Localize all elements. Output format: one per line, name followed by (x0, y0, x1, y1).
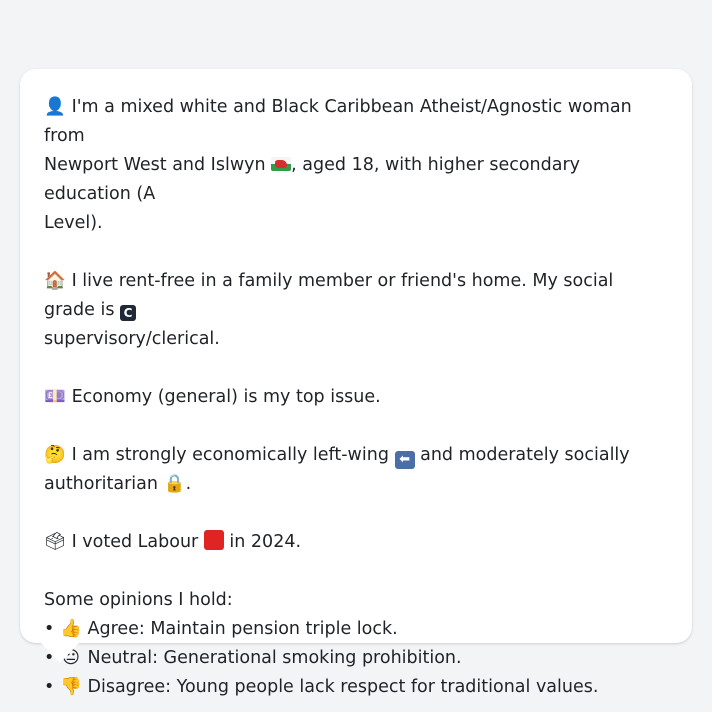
opinions-heading: Some opinions I hold: (44, 590, 233, 610)
identity-text-1: I'm a mixed white and Black Caribbean At… (44, 97, 632, 146)
message-bubble: 👤 I'm a mixed white and Black Caribbean … (20, 69, 692, 697)
opinions-paragraph: Some opinions I hold: • 👍 Agree: Maintai… (44, 586, 664, 702)
opinion-text: Disagree: Young people lack respect for … (87, 677, 599, 697)
identity-text-4: Level). (44, 213, 103, 233)
ideology-text-2: and moderately socially (420, 445, 630, 465)
issue-text: Economy (general) is my top issue. (71, 387, 381, 407)
left-arrow-icon: ⬅ (394, 451, 415, 469)
ideology-paragraph: 🤔 I am strongly economically left-wing ⬅… (44, 441, 664, 499)
issue-paragraph: 💷 Economy (general) is my top issue. (44, 383, 664, 412)
vote-paragraph: 🗳 I voted Labour in 2024. (44, 528, 664, 557)
opinion-text: Neutral: Generational smoking prohibitio… (87, 648, 462, 668)
opinion-text: Agree: Maintain pension triple lock. (87, 619, 398, 639)
ideology-line-1: 🤔 I am strongly economically left-wing ⬅… (44, 441, 664, 470)
banknote-icon: 💷 (44, 387, 66, 407)
red-square-icon (203, 530, 224, 550)
opinion-item: • 👎 Disagree: Young people lack respect … (44, 673, 664, 702)
house-icon: 🏠 (44, 271, 66, 291)
thinking-face-icon: 🤔 (44, 445, 66, 465)
thumbs-up-icon: 👍 (60, 619, 82, 639)
ballot-box-icon: 🗳 (44, 532, 67, 552)
identity-line-1: 👤 I'm a mixed white and Black Caribbean … (44, 93, 664, 151)
wales-flag-icon (271, 157, 292, 171)
bullet: • (44, 619, 55, 639)
vote-line: 🗳 I voted Labour in 2024. (44, 528, 664, 557)
person-icon: 👤 (44, 97, 66, 117)
housing-text-2: supervisory/clerical. (44, 329, 220, 349)
ideology-line-2: authoritarian 🔒. (44, 470, 664, 499)
identity-text-2: Newport West and Islwyn (44, 155, 266, 175)
ideology-text-4: . (185, 474, 192, 494)
identity-line-3: Level). (44, 209, 664, 238)
opinion-item: • 👍 Agree: Maintain pension triple lock. (44, 615, 664, 644)
housing-line-1: 🏠 I live rent-free in a family member or… (44, 267, 664, 325)
vote-text-1: I voted Labour (71, 532, 199, 552)
bubble-tail (40, 642, 80, 663)
bullet: • (44, 677, 55, 697)
profile-text: 👤 I'm a mixed white and Black Caribbean … (44, 93, 664, 702)
housing-line-2: supervisory/clerical. (44, 325, 664, 354)
identity-line-2: Newport West and Islwyn , aged 18, with … (44, 151, 664, 209)
identity-paragraph: 👤 I'm a mixed white and Black Caribbean … (44, 93, 664, 238)
opinion-item: • 😐 Neutral: Generational smoking prohib… (44, 644, 664, 673)
issue-line: 💷 Economy (general) is my top issue. (44, 383, 664, 412)
ideology-text-3: authoritarian (44, 474, 158, 494)
lock-icon: 🔒 (163, 474, 186, 494)
housing-paragraph: 🏠 I live rent-free in a family member or… (44, 267, 664, 354)
ideology-text-1: I am strongly economically left-wing (71, 445, 389, 465)
grade-badge: C (120, 305, 137, 321)
thumbs-down-icon: 👎 (60, 677, 82, 697)
vote-text-2: in 2024. (229, 532, 302, 552)
